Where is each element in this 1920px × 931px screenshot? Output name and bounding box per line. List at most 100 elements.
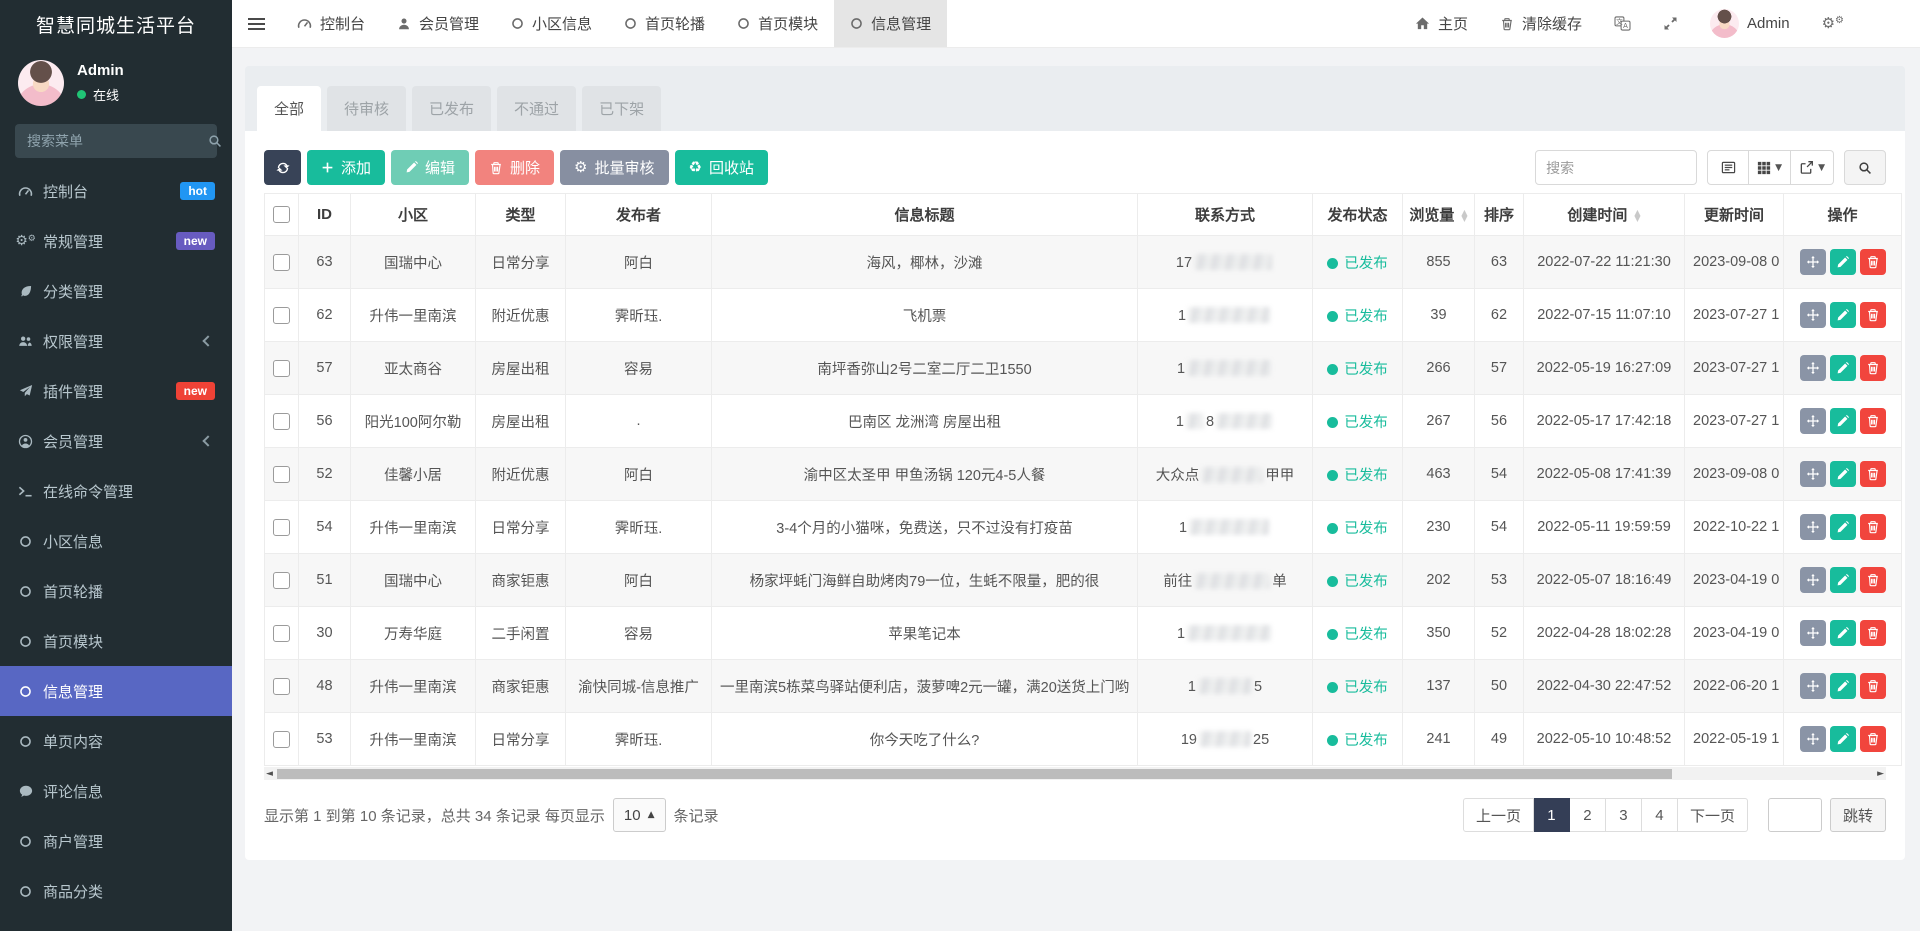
page-button-2[interactable]: 2: [1570, 798, 1606, 832]
delete-row-button[interactable]: [1860, 673, 1886, 699]
navbar-item-信息管理[interactable]: 信息管理: [834, 0, 947, 47]
move-row-button[interactable]: [1800, 514, 1826, 540]
page-button-1[interactable]: 1: [1534, 798, 1570, 832]
edit-row-button[interactable]: [1830, 514, 1856, 540]
edit-row-button[interactable]: [1830, 355, 1856, 381]
edit-row-button[interactable]: [1830, 408, 1856, 434]
edit-row-button[interactable]: [1830, 302, 1856, 328]
batch-audit-button[interactable]: ⚙批量审核: [560, 150, 668, 185]
sidebar-item-插件管理[interactable]: 插件管理new: [0, 366, 232, 416]
delete-row-button[interactable]: [1860, 355, 1886, 381]
edit-row-button[interactable]: [1830, 461, 1856, 487]
sidebar-item-控制台[interactable]: 控制台hot: [0, 166, 232, 216]
grid-view-button[interactable]: ▼: [1749, 150, 1791, 185]
tab-待审核[interactable]: 待审核: [327, 86, 406, 131]
delete-row-button[interactable]: [1860, 567, 1886, 593]
row-checkbox[interactable]: [273, 360, 290, 377]
row-checkbox[interactable]: [273, 254, 290, 271]
page-jump-input[interactable]: [1768, 798, 1822, 832]
row-checkbox[interactable]: [273, 731, 290, 748]
fullscreen-button[interactable]: [1647, 0, 1694, 47]
row-checkbox[interactable]: [273, 413, 290, 430]
user-menu[interactable]: Admin: [1694, 0, 1806, 47]
sidebar-item-小区信息[interactable]: 小区信息: [0, 516, 232, 566]
sidebar-item-权限管理[interactable]: 权限管理: [0, 316, 232, 366]
delete-button[interactable]: 删除: [475, 150, 554, 185]
navbar-item-首页轮播[interactable]: 首页轮播: [608, 0, 721, 47]
move-row-button[interactable]: [1800, 408, 1826, 434]
navbar-item-首页模块[interactable]: 首页模块: [721, 0, 834, 47]
navbar-item-小区信息[interactable]: 小区信息: [495, 0, 608, 47]
delete-row-button[interactable]: [1860, 302, 1886, 328]
row-checkbox[interactable]: [273, 466, 290, 483]
recycle-bin-button[interactable]: ♻回收站: [675, 150, 768, 185]
sidebar-item-首页模块[interactable]: 首页模块: [0, 616, 232, 666]
sidebar-item-常规管理[interactable]: ⚙⚙常规管理new: [0, 216, 232, 266]
move-row-button[interactable]: [1800, 726, 1826, 752]
sidebar-item-商户管理[interactable]: 商户管理: [0, 816, 232, 866]
sort-icons[interactable]: ▲▼: [1634, 210, 1640, 222]
delete-row-button[interactable]: [1860, 620, 1886, 646]
row-checkbox[interactable]: [273, 519, 290, 536]
edit-row-button[interactable]: [1830, 249, 1856, 275]
page-button-3[interactable]: 3: [1606, 798, 1642, 832]
sidebar-item-商品分类[interactable]: 商品分类: [0, 866, 232, 916]
delete-row-button[interactable]: [1860, 514, 1886, 540]
row-checkbox[interactable]: [273, 625, 290, 642]
tab-已下架[interactable]: 已下架: [582, 86, 661, 131]
scroll-left-icon[interactable]: ◄: [266, 769, 273, 779]
sidebar-item-单页内容[interactable]: 单页内容: [0, 716, 232, 766]
sidebar-item-在线命令管理[interactable]: 在线命令管理: [0, 466, 232, 516]
move-row-button[interactable]: [1800, 302, 1826, 328]
edit-row-button[interactable]: [1830, 673, 1856, 699]
avatar[interactable]: [18, 60, 64, 106]
sidebar-item-信息管理[interactable]: 信息管理: [0, 666, 232, 716]
search-button[interactable]: [1844, 150, 1886, 185]
home-link[interactable]: 主页: [1399, 0, 1484, 47]
scrollbar-thumb[interactable]: [277, 769, 1672, 779]
clear-cache-button[interactable]: 清除缓存: [1484, 0, 1598, 47]
sort-icons[interactable]: ▲▼: [1461, 210, 1467, 222]
page-size-select[interactable]: 10 ▲: [613, 798, 666, 832]
sidebar-search-input[interactable]: [27, 133, 208, 149]
delete-row-button[interactable]: [1860, 249, 1886, 275]
settings-button[interactable]: ⚙⚙: [1806, 0, 1860, 47]
delete-row-button[interactable]: [1860, 726, 1886, 752]
add-button[interactable]: 添加: [307, 150, 385, 185]
export-view-button[interactable]: ▼: [1791, 150, 1834, 185]
navbar-item-会员管理[interactable]: 会员管理: [381, 0, 495, 47]
edit-button[interactable]: 编辑: [391, 150, 469, 185]
scroll-right-icon[interactable]: ►: [1877, 769, 1884, 779]
prev-page-button[interactable]: 上一页: [1463, 798, 1534, 832]
delete-row-button[interactable]: [1860, 461, 1886, 487]
search-icon[interactable]: [208, 134, 222, 148]
move-row-button[interactable]: [1800, 461, 1826, 487]
sidebar-item-会员管理[interactable]: 会员管理: [0, 416, 232, 466]
move-row-button[interactable]: [1800, 567, 1826, 593]
page-jump-button[interactable]: 跳转: [1830, 798, 1886, 832]
select-all-checkbox[interactable]: [273, 206, 290, 223]
move-row-button[interactable]: [1800, 355, 1826, 381]
edit-row-button[interactable]: [1830, 726, 1856, 752]
navbar-item-控制台[interactable]: 控制台: [281, 0, 381, 47]
sidebar-item-首页轮播[interactable]: 首页轮播: [0, 566, 232, 616]
next-page-button[interactable]: 下一页: [1678, 798, 1748, 832]
move-row-button[interactable]: [1800, 673, 1826, 699]
sidebar-item-评论信息[interactable]: 评论信息: [0, 766, 232, 816]
page-button-4[interactable]: 4: [1642, 798, 1678, 832]
move-row-button[interactable]: [1800, 620, 1826, 646]
horizontal-scrollbar[interactable]: ◄ ►: [264, 767, 1886, 780]
move-row-button[interactable]: [1800, 249, 1826, 275]
delete-row-button[interactable]: [1860, 408, 1886, 434]
sidebar-item-分类管理[interactable]: 分类管理: [0, 266, 232, 316]
table-search-input[interactable]: [1535, 150, 1697, 185]
edit-row-button[interactable]: [1830, 567, 1856, 593]
translate-button[interactable]: 文A: [1598, 0, 1647, 47]
row-checkbox[interactable]: [273, 572, 290, 589]
list-detail-view-button[interactable]: [1707, 150, 1749, 185]
refresh-button[interactable]: [264, 150, 301, 185]
row-checkbox[interactable]: [273, 678, 290, 695]
edit-row-button[interactable]: [1830, 620, 1856, 646]
row-checkbox[interactable]: [273, 307, 290, 324]
hamburger-menu-icon[interactable]: [232, 0, 281, 47]
